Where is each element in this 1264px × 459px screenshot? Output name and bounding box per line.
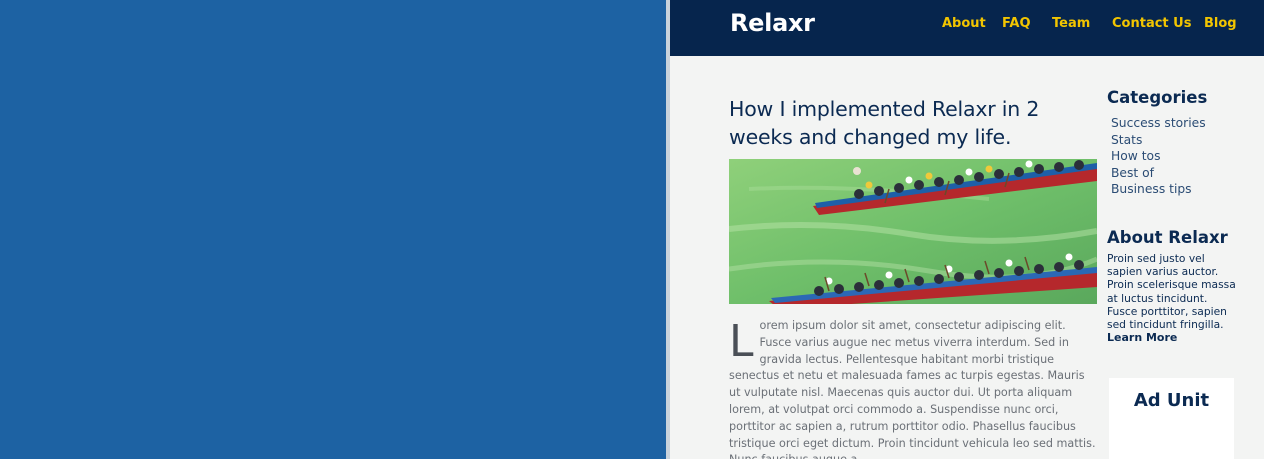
website-preview: Relaxr About FAQ Team Contact Us Blog Ho… bbox=[666, 0, 1264, 459]
blue-background-panel bbox=[0, 0, 666, 459]
site-header: Relaxr About FAQ Team Contact Us Blog bbox=[670, 0, 1264, 56]
ad-unit-label: Ad Unit bbox=[1133, 390, 1210, 411]
category-best-of[interactable]: Best of bbox=[1111, 165, 1239, 182]
main-nav: About FAQ Team Contact Us Blog bbox=[670, 16, 1264, 36]
ad-unit[interactable]: Ad Unit bbox=[1109, 378, 1234, 459]
hero-image-dragon-boats bbox=[729, 159, 1097, 304]
nav-link-contact-us[interactable]: Contact Us bbox=[1112, 16, 1191, 31]
nav-link-faq[interactable]: FAQ bbox=[1002, 16, 1031, 31]
category-how-tos[interactable]: How tos bbox=[1111, 148, 1239, 165]
about-heading: About Relaxr bbox=[1107, 227, 1228, 247]
category-success-stories[interactable]: Success stories bbox=[1111, 115, 1239, 132]
nav-link-about[interactable]: About bbox=[942, 16, 986, 31]
post-body: L orem ipsum dolor sit amet, consectetur… bbox=[729, 318, 1097, 459]
category-business-tips[interactable]: Business tips bbox=[1111, 181, 1239, 198]
post-header: How I implemented Relaxr in 2 weeks and … bbox=[729, 95, 1101, 151]
nav-link-team[interactable]: Team bbox=[1052, 16, 1090, 31]
categories-list: Success stories Stats How tos Best of Bu… bbox=[1111, 115, 1239, 198]
about-text: Proin sed justo vel sapien varius auctor… bbox=[1107, 252, 1239, 344]
learn-more-link[interactable]: Learn More bbox=[1107, 331, 1239, 344]
category-stats[interactable]: Stats bbox=[1111, 132, 1239, 149]
post-body-text: orem ipsum dolor sit amet, consectetur a… bbox=[729, 319, 1096, 459]
nav-link-blog[interactable]: Blog bbox=[1204, 16, 1237, 31]
drop-cap: L bbox=[729, 316, 754, 367]
about-description: Proin sed justo vel sapien varius auctor… bbox=[1107, 251, 1236, 331]
sidebar: Categories Success stories Stats How tos… bbox=[1107, 88, 1239, 344]
post-title: How I implemented Relaxr in 2 weeks and … bbox=[729, 97, 1040, 149]
categories-heading: Categories bbox=[1107, 88, 1208, 107]
